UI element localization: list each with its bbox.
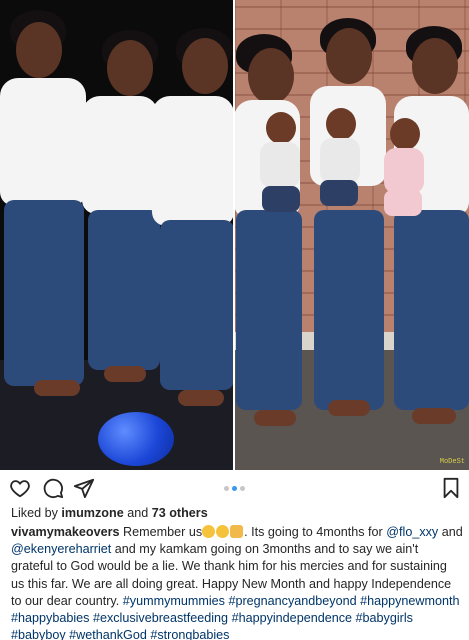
comment-icon[interactable] [42,477,64,499]
photo-pregnant-women [0,0,234,470]
carousel-dot [224,486,229,491]
caption-mention[interactable]: @flo_xxy [386,525,438,539]
caption-hashtag[interactable]: #happynewmonth [360,594,459,608]
likes-others-count[interactable]: 73 others [152,506,208,520]
bookmark-icon[interactable] [440,477,462,499]
post-caption: vivamymakeovers Remember us . Its going t… [11,524,463,640]
photo-mothers-with-babies: MoDeSt [234,0,469,470]
caption-hashtag[interactable]: #exclusivebreastfeeding [93,611,228,625]
caption-text: Remember us [119,525,203,539]
likes-line: Liked by imumzone and 73 others [11,506,208,520]
photo-watermark: MoDeSt [439,458,465,466]
caption-text: and [438,525,463,539]
likes-prefix: Liked by [11,506,58,520]
caption-hashtag[interactable]: #happyindependence [232,611,352,625]
carousel-dot-active [232,486,237,491]
caption-text: . Its going to 4months for [244,525,387,539]
caption-hashtag[interactable]: #pregnancyandbeyond [228,594,356,608]
caption-hashtag[interactable]: #babygirls [356,611,413,625]
caption-hashtag[interactable]: #yummymummies [123,594,225,608]
carousel-dot [240,486,245,491]
post-photo[interactable]: MoDeSt [0,0,469,470]
caption-username[interactable]: vivamymakeovers [11,525,120,539]
caption-hashtag[interactable]: #wethankGod [69,628,147,640]
collage-divider [233,0,235,470]
smiling-face-emoji [202,525,216,538]
carousel-dots [224,486,245,491]
caption-hashtag[interactable]: #strongbabies [150,628,229,640]
liked-by-user[interactable]: imumzone [61,506,123,520]
heart-icon[interactable] [9,477,31,499]
raised-hands-emoji [230,525,244,538]
blue-balloon [98,412,174,466]
post-action-bar [0,473,469,501]
smiling-face-emoji [216,525,230,538]
caption-hashtag[interactable]: #babyboy [11,628,66,640]
send-icon[interactable] [73,477,95,499]
caption-mention[interactable]: @ekenyereharriet [11,542,111,556]
caption-hashtag[interactable]: #happybabies [11,611,89,625]
likes-joiner: and [127,506,149,520]
